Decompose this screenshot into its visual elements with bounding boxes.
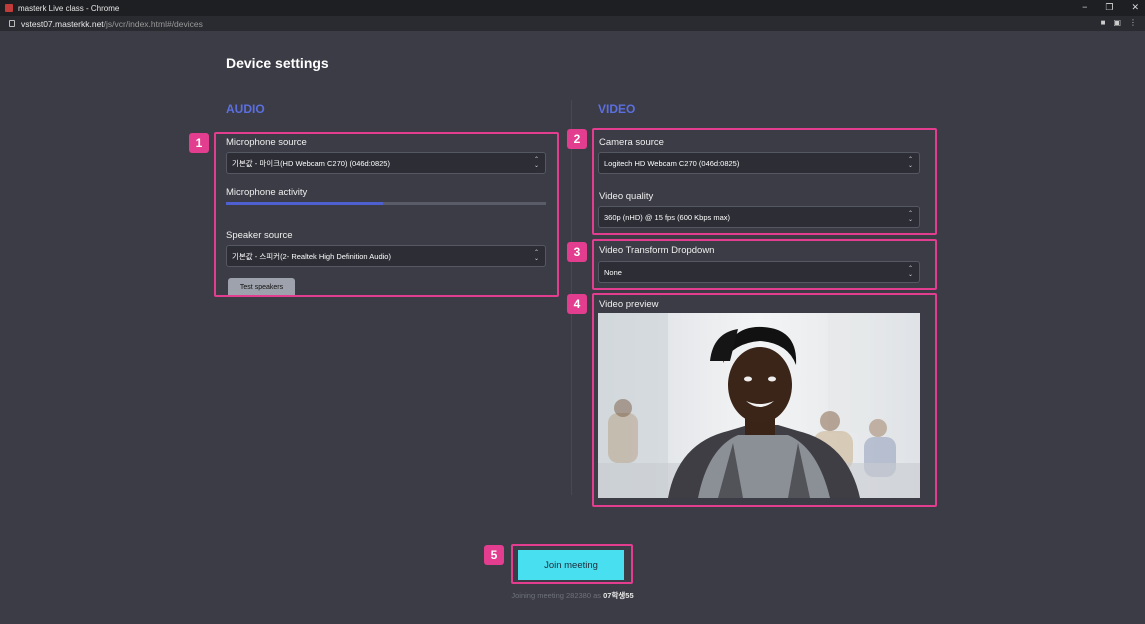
- join-meeting-button[interactable]: Join meeting: [518, 550, 624, 580]
- video-heading: VIDEO: [598, 102, 636, 116]
- page-title: Device settings: [226, 55, 329, 71]
- lock-icon: [9, 20, 15, 27]
- app-favicon-icon: [5, 4, 13, 12]
- minimize-icon[interactable]: −: [1082, 2, 1087, 13]
- window-title: masterk Live class - Chrome: [18, 3, 120, 13]
- highlight-box-transform: [592, 239, 937, 290]
- annotation-badge-2: 2: [567, 129, 587, 149]
- annotation-badge-4: 4: [567, 294, 587, 314]
- window-titlebar: masterk Live class - Chrome − ❐ ✕: [0, 0, 1145, 16]
- close-icon[interactable]: ✕: [1131, 2, 1139, 13]
- annotation-badge-3: 3: [567, 242, 587, 262]
- highlight-box-audio: [214, 132, 559, 297]
- address-bar[interactable]: vstest07.masterkk.net/js/vcr/index.html#…: [0, 16, 1145, 31]
- camera-indicator-icon[interactable]: ■: [1101, 18, 1106, 27]
- annotation-badge-5: 5: [484, 545, 504, 565]
- highlight-box-preview: [592, 293, 937, 507]
- joining-status: Joining meeting 282380 as 07학생55: [511, 591, 634, 600]
- translate-icon[interactable]: ▣: [1113, 18, 1121, 27]
- more-menu-icon[interactable]: ⋮: [1129, 18, 1137, 27]
- annotation-badge-1: 1: [189, 133, 209, 153]
- restore-icon[interactable]: ❐: [1105, 2, 1113, 13]
- audio-heading: AUDIO: [226, 102, 265, 116]
- highlight-box-camera: [592, 128, 937, 235]
- url-text[interactable]: vstest07.masterkk.net/js/vcr/index.html#…: [21, 19, 203, 29]
